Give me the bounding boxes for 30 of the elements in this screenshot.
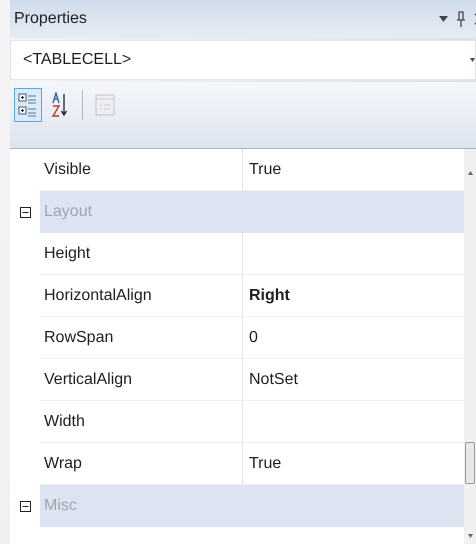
pin-icon[interactable] [456, 11, 466, 27]
selected-object: <TABLECELL> [23, 51, 132, 69]
scroll-down-icon[interactable] [468, 534, 472, 538]
property-value[interactable]: NotSet [249, 370, 298, 388]
property-name[interactable]: Width [44, 412, 85, 430]
scroll-up-icon[interactable] [468, 171, 472, 175]
property-value[interactable]: True [249, 454, 282, 472]
property-name[interactable]: HorizontalAlign [44, 286, 152, 304]
property-value[interactable]: Right [249, 286, 290, 304]
property-name[interactable]: RowSpan [44, 328, 114, 346]
property-pages-icon [95, 93, 115, 117]
collapse-icon[interactable] [20, 500, 30, 512]
category-label: Layout [44, 203, 92, 221]
dropdown-icon [470, 58, 475, 62]
property-name[interactable]: Visible [44, 160, 91, 178]
property-value[interactable]: 0 [249, 328, 258, 346]
property-name[interactable]: VerticalAlign [44, 370, 132, 388]
collapse-icon[interactable] [20, 206, 30, 218]
panel-title: Properties [14, 10, 87, 28]
categorized-button[interactable] [14, 88, 42, 122]
dropdown-icon[interactable] [439, 16, 448, 22]
categorized-icon [18, 92, 38, 118]
property-name[interactable]: Wrap [44, 454, 82, 472]
scroll-thumb[interactable] [465, 442, 475, 484]
property-name[interactable]: Height [44, 244, 90, 262]
sort-alphabetical-icon [51, 92, 69, 118]
property-value[interactable]: True [249, 160, 282, 178]
category-label: Misc [44, 497, 77, 515]
scrollbar[interactable] [464, 149, 476, 544]
object-selector[interactable]: <TABLECELL> [10, 40, 476, 80]
